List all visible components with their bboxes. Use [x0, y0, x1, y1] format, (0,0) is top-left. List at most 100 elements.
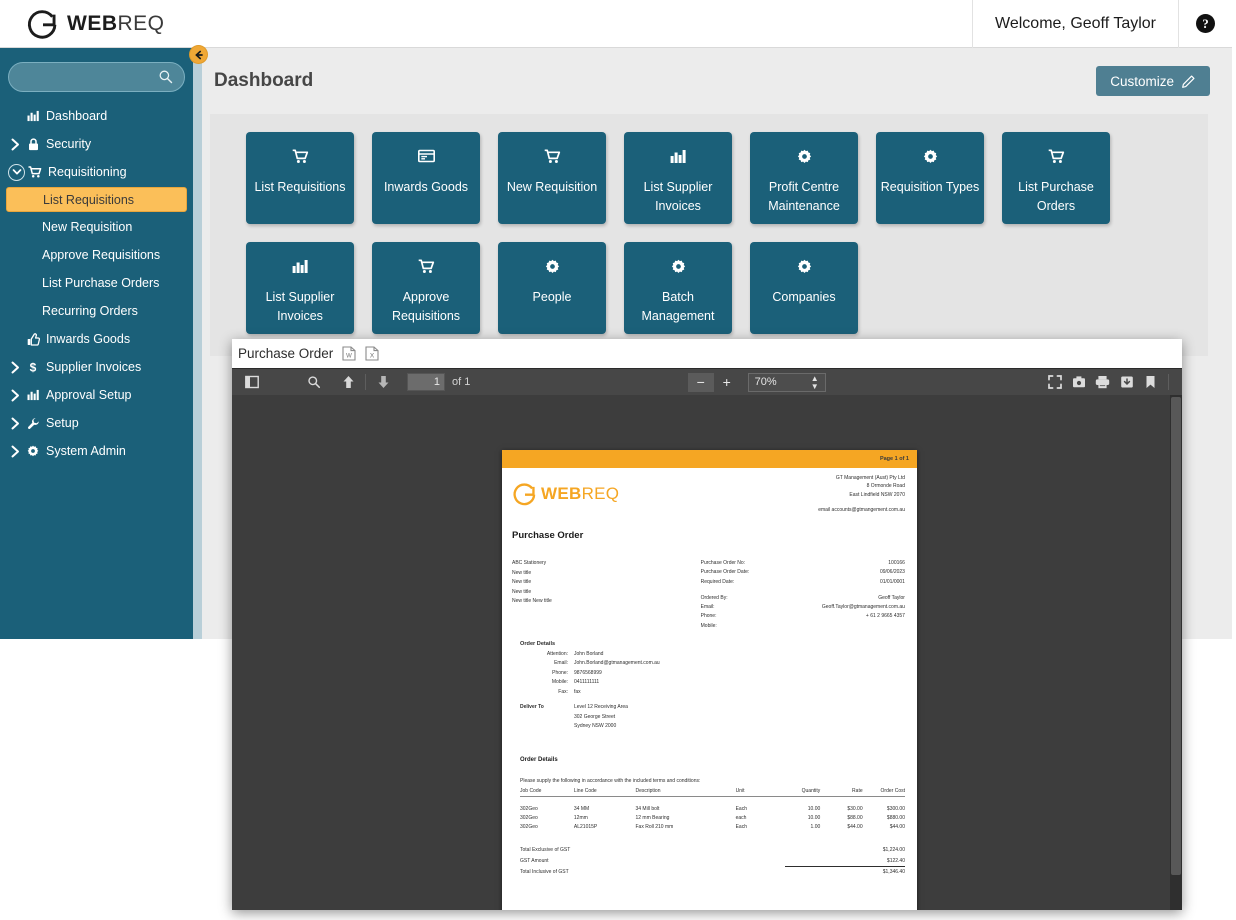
page-title: Dashboard	[214, 70, 314, 91]
page-count-label: of 1	[452, 376, 471, 388]
cell-order-cost: $44.00	[889, 823, 905, 830]
pdf-scrollbar-thumb[interactable]	[1171, 397, 1181, 875]
tile-list-supplier-invoices-2[interactable]: List Supplier Invoices	[246, 242, 354, 334]
dashboard-tile-grid: List Requisitions Inwards Goods New Requ…	[246, 132, 1196, 334]
help-button[interactable]: ?	[1178, 0, 1232, 48]
meta-value: 01/01/0001	[879, 578, 905, 585]
cell-quantity: 1.00	[810, 823, 821, 830]
chart-bar-icon	[292, 256, 309, 276]
sidebar-item-setup[interactable]: Setup	[0, 409, 193, 437]
tile-batch-management[interactable]: Batch Management	[624, 242, 732, 334]
contact-value: fax	[574, 688, 581, 695]
meta-value: Geoff Taylor	[878, 594, 905, 601]
sidebar-item-label: Supplier Invoices	[46, 360, 142, 374]
tile-requisition-types[interactable]: Requisition Types	[876, 132, 984, 224]
deliver-to-label-blank	[512, 713, 574, 723]
deliver-to-value: Sydney NSW 2000	[574, 723, 617, 730]
meta-row: Purchase Order Date: 09/06/2023	[701, 568, 905, 577]
excel-export-icon[interactable]: X	[365, 346, 379, 361]
pdf-scrollbar[interactable]	[1170, 395, 1182, 910]
sidebar-item-approve-requisitions[interactable]: Approve Requisitions	[6, 241, 187, 268]
customize-button[interactable]: Customize	[1096, 66, 1210, 96]
cart-icon	[544, 146, 561, 166]
tile-companies[interactable]: Companies	[750, 242, 858, 334]
cell-description: 12 mm Bearing	[635, 814, 670, 821]
sidebar-item-security[interactable]: Security	[0, 130, 193, 158]
download-icon[interactable]	[1115, 372, 1139, 393]
tile-profit-centre-maintenance[interactable]: Profit Centre Maintenance	[750, 132, 858, 224]
company-line: GT Management (Aust) Pty Ltd	[835, 475, 905, 481]
webreq-logo-icon	[27, 9, 57, 39]
sidebar-item-recurring-orders[interactable]: Recurring Orders	[6, 297, 187, 324]
sidebar-item-new-requisition[interactable]: New Requisition	[6, 213, 187, 240]
printer-icon[interactable]	[1091, 372, 1115, 393]
pdf-toolbar: of 1 − + 70% ▲▼	[232, 368, 1182, 395]
cell-rate: $44.00	[847, 823, 863, 830]
fullscreen-icon[interactable]	[1043, 372, 1067, 393]
page-number-input[interactable]	[407, 373, 445, 391]
document-line-items-table: Job Code Line Code Description Unit Quan…	[520, 787, 905, 832]
tile-approve-requisitions[interactable]: Approve Requisitions	[372, 242, 480, 334]
meta-key: Purchase Order No:	[700, 560, 746, 566]
meta-row: Purchase Order No: 100166	[701, 559, 905, 568]
tile-people[interactable]: People	[498, 242, 606, 334]
contact-label: Mobile:	[551, 679, 568, 686]
meta-row: Ordered By: Geoff Taylor	[701, 594, 905, 603]
zoom-out-button[interactable]: −	[687, 372, 714, 392]
bookmark-icon[interactable]	[1139, 372, 1163, 393]
search-input[interactable]	[8, 62, 185, 92]
meta-value: Geoff.Taylor@gtmanagement.com.au	[821, 604, 905, 610]
sidebar-toggle-icon[interactable]	[240, 372, 264, 393]
contact-label: Phone:	[552, 669, 568, 676]
pdf-window-title: Purchase Order	[238, 346, 334, 361]
sidebar-collapse-toggle[interactable]	[190, 46, 207, 63]
arrow-down-icon[interactable]	[371, 372, 395, 393]
sidebar-item-supplier-invoices[interactable]: $ Supplier Invoices	[0, 353, 193, 381]
zoom-in-button[interactable]: +	[714, 373, 740, 392]
right-edge-filler	[1232, 0, 1236, 920]
sidebar-subitem-label: List Purchase Orders	[42, 275, 160, 290]
tile-list-supplier-invoices[interactable]: List Supplier Invoices	[624, 132, 732, 224]
sidebar-item-inwards-goods[interactable]: Inwards Goods	[0, 325, 193, 353]
cell-order-cost: $880.00	[886, 814, 905, 821]
chevron-right-icon	[8, 138, 23, 151]
cell-line-code: 12mm	[573, 814, 588, 821]
sidebar-item-system-admin[interactable]: System Admin	[0, 437, 193, 465]
webreq-logo-icon	[513, 483, 536, 506]
pdf-zoom-controls: − + 70% ▲ ▼	[687, 372, 826, 392]
word-export-icon[interactable]: W	[342, 346, 356, 361]
contact-value: 0411111111	[574, 679, 600, 686]
document-order-details-2: Order Details	[502, 732, 917, 766]
welcome-label: Welcome, Geoff Taylor	[972, 0, 1178, 48]
sidebar-item-list-purchase-orders[interactable]: List Purchase Orders	[6, 269, 187, 296]
zoom-level-select[interactable]: 70% ▲ ▼	[747, 372, 826, 392]
table-body: 302Geo 34 MM 34 Mill bolt Each 10.00 $30…	[520, 796, 905, 831]
cell-job-code: 302Geo	[520, 823, 538, 830]
meta-value	[799, 622, 905, 631]
tile-list-requisitions[interactable]: List Requisitions	[246, 132, 354, 224]
arrow-up-icon[interactable]	[336, 372, 360, 393]
tile-inwards-goods[interactable]: Inwards Goods	[372, 132, 480, 224]
document-supply-note: Please supply the following in accordanc…	[520, 777, 701, 784]
meta-key: Mobile:	[700, 622, 717, 629]
search-icon[interactable]	[302, 372, 326, 393]
sidebar-item-list-requisitions[interactable]: List Requisitions	[6, 187, 187, 212]
sidebar-item-dashboard[interactable]: Dashboard	[0, 102, 193, 130]
total-value: $1,346.40	[882, 868, 905, 875]
pdf-document-area: Page 1 of 1 WEBREQ GT Management (Aust) …	[232, 395, 1182, 910]
document-company-address: GT Management (Aust) Pty Ltd 8 Ormonde R…	[818, 474, 905, 514]
sidebar-item-approval-setup[interactable]: Approval Setup	[0, 381, 193, 409]
sidebar-item-requisitioning[interactable]: Requisitioning	[0, 158, 193, 186]
help-icon: ?	[1196, 14, 1215, 33]
deliver-to-row: Deliver To Level 12 Receiving Area	[512, 703, 905, 713]
meta-key: Phone:	[700, 613, 717, 620]
table-row: 302Geo 12mm 12 mm Bearing each 10.00 $88…	[520, 813, 905, 822]
sidebar-item-label: Inwards Goods	[46, 332, 131, 346]
contact-row: Phone: 9876568999	[512, 669, 905, 679]
tile-list-purchase-orders[interactable]: List Purchase Orders	[1002, 132, 1110, 224]
total-row: Total Exclusive of GST $1,224.00	[520, 845, 905, 856]
column-header-quantity: Quantity	[777, 787, 821, 797]
open-file-icon[interactable]	[1067, 372, 1091, 393]
tile-new-requisition[interactable]: New Requisition	[498, 132, 606, 224]
gear-icon	[23, 445, 43, 457]
